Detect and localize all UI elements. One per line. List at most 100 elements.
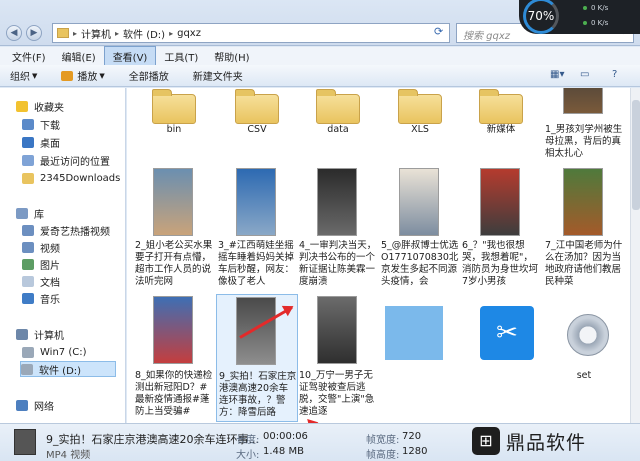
nav-label: 软件 (D:) — [39, 365, 82, 377]
nav-label: 计算机 — [34, 330, 64, 342]
video-name: 5_@胖叔博士优选O1771070830北京发生多起不同源头疫情，会 — [381, 240, 459, 287]
nav-2345downloads[interactable]: 2345Downloads — [22, 170, 125, 186]
watermark-text: 鼎品软件 — [506, 431, 587, 454]
navigation-pane: 收藏夹 下载 桌面 最近访问的位置 2345Downloads 库 爱奇艺热播视… — [0, 88, 126, 423]
video-item[interactable]: 6_？"我也很想哭，我想着呢"，消防员为身世坎坷7岁小男孩 — [462, 168, 540, 292]
forward-icon[interactable]: ▶ — [26, 25, 42, 41]
folder-item[interactable]: data — [299, 88, 377, 148]
menu-help[interactable]: 帮助(H) — [206, 47, 257, 66]
menu-view[interactable]: 查看(V) — [103, 45, 157, 67]
nav-win7-drive[interactable]: Win7 (C:) — [22, 344, 125, 360]
breadcrumb-folder[interactable]: gqxz — [173, 28, 205, 39]
watermark: ⊞ 鼎品软件 — [472, 424, 586, 458]
nav-library[interactable]: 库 — [16, 205, 125, 221]
recent-places-icon — [22, 154, 34, 166]
video-name: 10_万宁一男子无证驾驶被查后逃脱，交警"上演"急速追逐 — [299, 370, 375, 417]
address-bar[interactable]: ▸ 计算机 ▸ 软件 (D:) ▸ gqxz — [52, 23, 450, 43]
drive-icon — [21, 363, 33, 375]
folder-item[interactable]: 新媒体 — [462, 88, 540, 148]
nav-downloads[interactable]: 下载 — [22, 116, 125, 132]
star-icon — [16, 100, 28, 112]
frame-height-value: 1280 — [402, 446, 428, 457]
command-bar: 组织 ▼ 播放 ▼ 全部播放 新建文件夹 — [0, 65, 640, 87]
size-value: 1.48 MB — [263, 446, 304, 457]
file-item[interactable]: set — [545, 296, 623, 420]
nav-computer[interactable]: 计算机 — [16, 326, 125, 342]
frame-height-label: 帧高度: — [366, 450, 400, 461]
vertical-scrollbar[interactable] — [630, 88, 640, 423]
video-thumbnail — [563, 88, 603, 114]
play-label: 播放 — [77, 72, 98, 83]
frame-width-value: 720 — [402, 431, 422, 442]
video-name: 3_#江西萌娃坐摇摇车睡着妈妈关掉车后秒醒，网友：像极了老人 — [218, 240, 295, 287]
organize-button[interactable]: 组织 ▼ — [10, 68, 38, 84]
nav-desktop[interactable]: 桌面 — [22, 134, 125, 150]
blurred-item[interactable] — [381, 296, 459, 420]
new-folder-button[interactable]: 新建文件夹 — [193, 68, 243, 83]
pictures-icon — [22, 258, 34, 270]
back-icon[interactable]: ◀ — [6, 25, 22, 41]
folder-icon — [398, 89, 442, 124]
selected-file-name: 9_实拍！石家庄京港澳高速20余车连环事... — [46, 433, 259, 446]
video-item[interactable]: 5_@胖叔博士优选O1771070830北京发生多起不同源头疫情，会 — [381, 168, 459, 292]
nav-label: Win7 (C:) — [40, 346, 87, 358]
computer-icon — [16, 328, 28, 340]
nav-label: 爱奇艺热播视频 — [40, 226, 110, 238]
preview-pane-icon[interactable]: ▭ — [580, 69, 589, 83]
folder-icon — [57, 28, 69, 38]
play-all-button[interactable]: 全部播放 — [129, 68, 169, 83]
performance-widget[interactable]: 70% 0 K/s 0 K/s — [519, 0, 640, 34]
breadcrumb-computer[interactable]: 计算机 — [77, 26, 115, 41]
nav-label: 下载 — [40, 120, 60, 132]
folder-icon — [22, 172, 34, 184]
menu-edit[interactable]: 编辑(E) — [54, 47, 104, 66]
nav-recent[interactable]: 最近访问的位置 — [22, 152, 125, 168]
nav-label: 桌面 — [40, 138, 60, 150]
video-name: 6_？"我也很想哭，我想着呢"，消防员为身世坎坷7岁小男孩 — [462, 240, 539, 287]
nav-label: 库 — [34, 209, 44, 221]
nav-pictures[interactable]: 图片 — [22, 256, 125, 272]
nav-iqiyi[interactable]: 爱奇艺热播视频 — [22, 222, 125, 238]
video-item[interactable]: 4_一审判决当天，判决书公布的一个新证据让陈美霖一度崩溃 — [299, 168, 377, 292]
refresh-icon[interactable]: ⟳ — [434, 25, 443, 38]
settings-gear-icon — [567, 314, 609, 356]
breadcrumb-drive[interactable]: 软件 (D:) — [119, 26, 169, 41]
play-button[interactable]: 播放 ▼ — [61, 68, 105, 83]
network-icon — [16, 399, 28, 411]
nav-video[interactable]: 视频 — [22, 239, 125, 255]
nav-music[interactable]: 音乐 — [22, 290, 125, 306]
folder-item[interactable]: CSV — [218, 88, 296, 148]
file-item[interactable]: ✂ — [462, 296, 540, 420]
menu-tools[interactable]: 工具(T) — [156, 47, 206, 66]
nav-favorites[interactable]: 收藏夹 — [16, 98, 125, 114]
brand-logo-icon: ⊞ — [472, 427, 500, 455]
library-icon — [16, 207, 28, 219]
video-item[interactable]: 2_姐小老公买水果要子打开有点懵，超市工作人员的说法听完网 — [135, 168, 213, 292]
nav-label: 文档 — [40, 277, 60, 289]
folder-item[interactable]: XLS — [381, 88, 459, 148]
nav-label: 音乐 — [40, 294, 60, 306]
video-name: 1_男孩刘学州被生母拉黑，背后的真相太扎心 — [545, 124, 623, 159]
video-item[interactable]: 8_如果你的快递检测出新冠阳D？#最新疫情通报#蓬防上当受骗# — [135, 296, 213, 420]
view-options-icon[interactable]: ▦▾ — [550, 69, 564, 83]
menu-file[interactable]: 文件(F) — [4, 47, 54, 66]
search-placeholder: 搜索 gqxz — [463, 31, 511, 42]
help-icon[interactable]: ? — [612, 69, 617, 83]
video-item[interactable]: 1_男孩刘学州被生母拉黑，背后的真相太扎心 — [545, 88, 623, 164]
folder-item[interactable]: bin — [135, 88, 213, 148]
video-thumbnail — [153, 296, 193, 364]
video-item[interactable]: 10_万宁一男子无证驾驶被查后逃脱，交警"上演"急速追逐 — [299, 296, 377, 420]
chevron-down-icon: ▼ — [32, 71, 38, 80]
scrollbar-thumb[interactable] — [632, 100, 640, 210]
nav-documents[interactable]: 文档 — [22, 273, 125, 289]
video-name: 7_江中国老师为什么在汤加？因为当地政府请他们教居民种菜 — [545, 240, 623, 287]
nav-label: 视频 — [40, 243, 60, 255]
download-rate: 0 K/s — [591, 19, 609, 27]
nav-network[interactable]: 网络 — [16, 397, 125, 413]
video-item[interactable]: 7_江中国老师为什么在汤加？因为当地政府请他们教居民种菜 — [545, 168, 623, 292]
folder-name: 新媒体 — [486, 124, 516, 135]
video-item[interactable]: 3_#江西萌娃坐摇摇车睡着妈妈关掉车后秒醒，网友：像极了老人 — [218, 168, 296, 292]
folder-name: data — [327, 124, 349, 135]
upload-rate: 0 K/s — [591, 4, 609, 12]
nav-software-drive[interactable]: 软件 (D:) — [20, 361, 116, 377]
